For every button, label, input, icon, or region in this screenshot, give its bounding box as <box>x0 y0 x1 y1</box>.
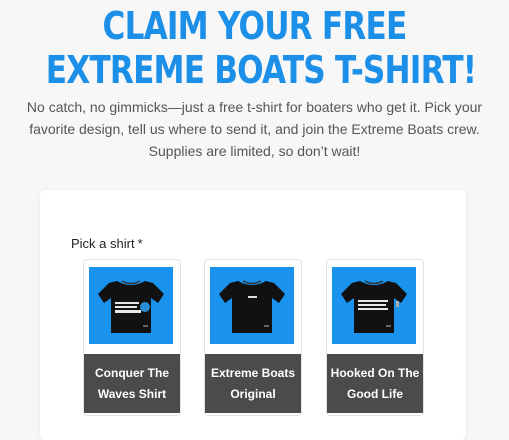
tshirt-icon <box>219 280 285 333</box>
shirt-image <box>89 267 173 344</box>
shirt-name: Extreme Boats Original <box>205 354 301 413</box>
page-title: CLAIM YOUR FREE EXTREME BOATS T-SHIRT! <box>0 4 509 92</box>
tshirt-icon <box>98 280 164 333</box>
shirt-name: Hooked On The Good Life <box>327 354 423 413</box>
intro-text: No catch, no gimmicks—just a free t-shir… <box>26 99 483 159</box>
title-line-2: EXTREME BOATS T-SHIRT! <box>45 48 477 92</box>
shirt-option-conquer-the-waves[interactable]: Conquer The Waves Shirt <box>83 259 181 416</box>
shirt-option-hooked-on-the-good-life[interactable]: Hooked On The Good Life <box>326 259 424 416</box>
shirt-image <box>210 267 294 344</box>
title-line-1: CLAIM YOUR FREE <box>102 4 408 48</box>
shirt-name: Conquer The Waves Shirt <box>84 354 180 413</box>
shirt-option-extreme-boats-original[interactable]: Extreme Boats Original <box>204 259 302 416</box>
shirt-label-text: Pick a shirt <box>71 236 135 251</box>
required-marker: * <box>137 236 143 251</box>
tshirt-icon <box>341 280 407 333</box>
shirt-field-label: Pick a shirt * <box>71 236 143 251</box>
shirt-form-card: Pick a shirt * Conquer The Waves Shirt E… <box>40 190 466 440</box>
shirt-image <box>332 267 416 344</box>
